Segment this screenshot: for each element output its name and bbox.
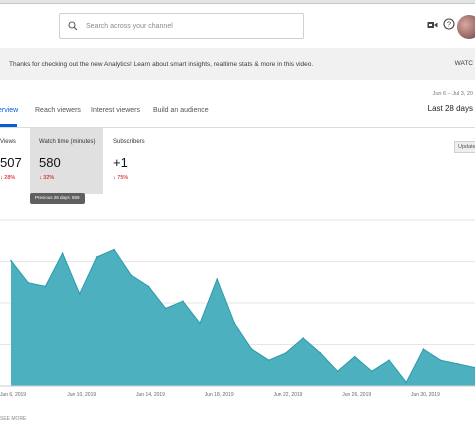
search-input[interactable]: Search across your channel [59, 13, 304, 39]
x-tick-label: Jun 14, 2019 [136, 392, 165, 398]
data-point[interactable] [164, 307, 167, 310]
data-point[interactable] [439, 359, 442, 361]
search-placeholder: Search across your channel [86, 22, 173, 30]
data-point[interactable] [353, 355, 356, 358]
metric-label: Views [0, 139, 16, 145]
watch-time-chart: Jun 6, 2019 Jun 10, 2019 Jun 14, 2019 Jun 1… [0, 219, 475, 398]
see-more-link[interactable]: SEE MORE [0, 416, 26, 422]
top-bar: Search across your channel ? [0, 4, 475, 48]
metric-card-subscribers[interactable]: Subscribers +1 ↓ 75% [103, 128, 183, 194]
metric-label: Watch time (minutes) [39, 139, 96, 145]
banner-watch-link[interactable]: WATC [455, 60, 473, 67]
date-range-main: Last 28 days [427, 104, 473, 113]
tab-overview[interactable]: erview [0, 107, 18, 114]
watch-time-area [11, 249, 475, 386]
data-point[interactable] [44, 285, 47, 288]
metric-change: ↓ 28% [0, 175, 16, 181]
metric-card-views[interactable]: Views 507 ↓ 28% [0, 128, 30, 194]
analytics-page: Search across your channel ? Thanks for … [0, 0, 475, 422]
data-point[interactable] [405, 381, 408, 384]
metric-label: Subscribers [113, 139, 145, 145]
data-point[interactable] [457, 363, 459, 365]
x-tick-label: Jun 26, 2019 [342, 392, 371, 398]
data-point[interactable] [388, 359, 390, 361]
tab-build-audience[interactable]: Build an audience [153, 107, 209, 114]
data-point[interactable] [268, 359, 270, 361]
data-point[interactable] [61, 252, 64, 254]
metric-value: +1 [113, 155, 128, 170]
data-point[interactable] [147, 285, 150, 288]
metric-value: 580 [39, 155, 61, 170]
date-range-picker[interactable]: Jun 6 – Jul 3, 20 Last 28 days [428, 91, 473, 113]
data-point[interactable] [250, 348, 253, 350]
metric-card-watch-time[interactable]: Watch time (minutes) 580 ↓ 32% [30, 128, 103, 194]
avatar[interactable] [457, 15, 475, 39]
data-point[interactable] [233, 322, 236, 325]
x-tick-label: Jun 22, 2019 [274, 392, 303, 398]
metric-change: ↓ 75% [113, 175, 129, 181]
metric-value: 507 [0, 155, 22, 170]
data-point[interactable] [216, 278, 218, 280]
data-point[interactable] [302, 337, 304, 339]
data-point[interactable] [182, 300, 184, 302]
data-point[interactable] [199, 322, 201, 325]
x-tick-label: Jun 6, 2019 [0, 392, 26, 398]
data-point[interactable] [27, 281, 30, 284]
data-point[interactable] [10, 259, 12, 262]
update-button[interactable]: Update [454, 141, 475, 153]
metric-change: ↓ 32% [39, 175, 55, 181]
data-point[interactable] [371, 370, 373, 372]
data-point[interactable] [319, 352, 322, 354]
data-point[interactable] [113, 248, 115, 251]
data-point[interactable] [422, 348, 425, 350]
x-tick-label: Jun 30, 2019 [411, 392, 440, 398]
data-point[interactable] [336, 370, 339, 372]
tab-interest-viewers[interactable]: Interest viewers [91, 107, 140, 114]
help-icon[interactable]: ? [443, 18, 455, 30]
data-point[interactable] [285, 352, 287, 354]
x-tick-label: Jun 18, 2019 [205, 392, 234, 398]
data-point[interactable] [130, 274, 133, 277]
date-range-sub: Jun 6 – Jul 3, 20 [432, 91, 473, 97]
x-tick-label: Jun 10, 2019 [67, 392, 96, 398]
svg-text:?: ? [447, 20, 451, 29]
data-point[interactable] [96, 256, 98, 258]
data-point[interactable] [78, 293, 81, 295]
info-banner: Thanks for checking out the new Analytic… [0, 48, 475, 80]
banner-text: Thanks for checking out the new Analytic… [9, 60, 314, 68]
video-camera-icon[interactable] [427, 20, 438, 30]
tab-reach-viewers[interactable]: Reach viewers [35, 107, 81, 114]
search-icon [68, 21, 78, 31]
